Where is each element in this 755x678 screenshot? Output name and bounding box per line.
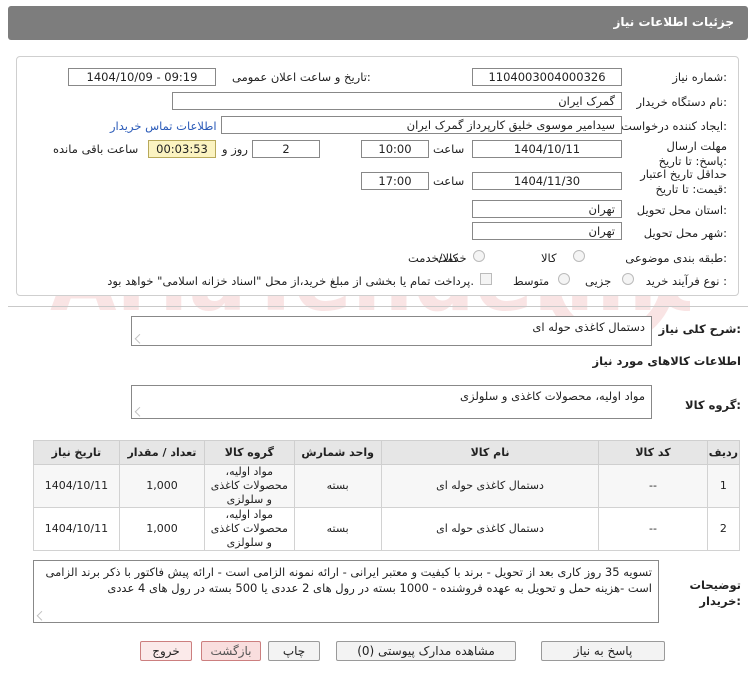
cell-row: 2 (706, 507, 741, 551)
creator-field: سیدامیر موسوی خلیق کارپرداز گمرک ایران (221, 116, 622, 134)
cell-group: مواد اولیه، محصولات کاغذی و سلولزی (204, 507, 295, 551)
resize-handle-icon[interactable] (134, 406, 145, 417)
summary-label: شرح کلی نیاز: (658, 322, 741, 336)
cell-code: -- (598, 507, 708, 551)
cell-date: 1404/10/11 (33, 464, 120, 508)
buyer-org-field: گمرک ایران (172, 92, 622, 110)
days-label: روز و (222, 142, 248, 156)
days-field: 2 (252, 140, 320, 158)
cell-name: دستمال کاغذی حوله ای (380, 464, 600, 508)
announce-label: تاریخ و ساعت اعلان عمومی: (232, 70, 371, 84)
cell-date: 1404/10/11 (33, 507, 120, 551)
resize-handle-icon[interactable] (36, 610, 47, 621)
city-field: تهران (472, 222, 622, 240)
summary-textarea: دستمال کاغذی حوله ای (131, 316, 652, 346)
city-label: شهر محل تحویل: (643, 226, 727, 240)
attachments-button[interactable]: مشاهده مدارک پیوستی (0) (336, 641, 516, 661)
exit-button[interactable]: خروج (140, 641, 192, 661)
page-title: جزئیات اطلاعات نیاز (613, 15, 734, 29)
col-name: نام کالا (380, 440, 600, 465)
deadline-time-field: 10:00 (361, 140, 429, 158)
col-row: ردیف (706, 440, 741, 465)
process-option-medium: متوسط (513, 274, 550, 288)
notes-label: توضیحات خریدار: (689, 578, 742, 608)
deadline-label: مهلت ارسال پاسخ: تا تاریخ: (658, 139, 727, 168)
deadline-date-field: 1404/10/11 (472, 140, 622, 158)
cell-qty: 1,000 (118, 464, 206, 508)
buyer-org-label: نام دستگاه خریدار: (636, 95, 727, 109)
table-row[interactable]: 2 -- دستمال کاغذی حوله ای بسته مواد اولی… (33, 507, 741, 551)
process-option-minor: جزیی (585, 274, 612, 288)
table-row[interactable]: 1 -- دستمال کاغذی حوله ای بسته مواد اولی… (33, 464, 741, 508)
creator-label: ایجاد کننده درخواست: (621, 119, 727, 133)
validity-time-label: ساعت (433, 174, 465, 188)
summary-text: دستمال کاغذی حوله ای (532, 320, 645, 334)
resize-handle-icon[interactable] (134, 333, 145, 344)
col-group: گروه کالا (204, 440, 295, 465)
goods-group-label: گروه کالا: (685, 398, 741, 412)
goods-group-text: مواد اولیه، محصولات کاغذی و سلولزی (460, 389, 645, 403)
goods-table: ردیف کد کالا نام کالا واحد شمارش گروه کا… (33, 440, 741, 551)
cell-unit: بسته (293, 464, 382, 508)
process-label: نوع فرآیند خرید : (645, 274, 727, 288)
cell-qty: 1,000 (118, 507, 206, 551)
category-option-goods: کالا (541, 251, 557, 265)
col-qty: تعداد / مقدار (118, 440, 206, 465)
notes-textarea: تسویه 35 روز کاری بعد از تحویل - برند با… (33, 560, 659, 623)
col-unit: واحد شمارش (293, 440, 382, 465)
process-radio-minor[interactable] (622, 273, 634, 285)
validity-label: حداقل تاریخ اعتبار قیمت: تا تاریخ: (640, 167, 727, 196)
cell-group: مواد اولیه، محصولات کاغذی و سلولزی (204, 464, 295, 508)
remaining-time-field: 00:03:53 (148, 140, 216, 158)
notes-text: تسویه 35 روز کاری بعد از تحویل - برند با… (45, 565, 652, 595)
print-button[interactable]: چاپ (268, 641, 320, 661)
page-header: جزئیات اطلاعات نیاز (8, 6, 748, 40)
category-option-goods-service: کالا/خدمت (408, 251, 459, 265)
need-number-label: شماره نیاز: (672, 70, 727, 84)
validity-time-field: 17:00 (361, 172, 429, 190)
cell-code: -- (598, 464, 708, 508)
table-header-row: ردیف کد کالا نام کالا واحد شمارش گروه کا… (33, 440, 741, 465)
category-label: طبقه بندی موضوعی: (625, 251, 727, 265)
announce-field: 1404/10/09 - 09:19 (68, 68, 216, 86)
cell-name: دستمال کاغذی حوله ای (380, 507, 600, 551)
category-radio-goods[interactable] (573, 250, 585, 262)
category-radio-service[interactable] (473, 250, 485, 262)
goods-group-textarea: مواد اولیه، محصولات کاغذی و سلولزی (131, 385, 652, 419)
cell-row: 1 (706, 464, 741, 508)
back-button[interactable]: بازگشت (201, 641, 261, 661)
province-label: استان محل تحویل: (636, 203, 727, 217)
treasury-note: پرداخت تمام یا بخشی از مبلغ خرید،از محل … (107, 274, 474, 288)
deadline-time-label: ساعت (433, 142, 465, 156)
province-field: تهران (472, 200, 622, 218)
need-number-field: 1104003004000326 (472, 68, 622, 86)
cell-unit: بسته (293, 507, 382, 551)
col-date: تاریخ نیاز (33, 440, 120, 465)
goods-section-title: اطلاعات کالاهای مورد نیاز (592, 354, 741, 368)
divider (8, 306, 748, 307)
remaining-label: ساعت باقی مانده (53, 142, 139, 156)
process-radio-medium[interactable] (558, 273, 570, 285)
treasury-checkbox[interactable] (480, 273, 492, 285)
buyer-contact-link[interactable]: اطلاعات تماس خریدار (110, 119, 217, 133)
col-code: کد کالا (598, 440, 708, 465)
validity-date-field: 1404/11/30 (472, 172, 622, 190)
reply-button[interactable]: پاسخ به نیاز (541, 641, 665, 661)
